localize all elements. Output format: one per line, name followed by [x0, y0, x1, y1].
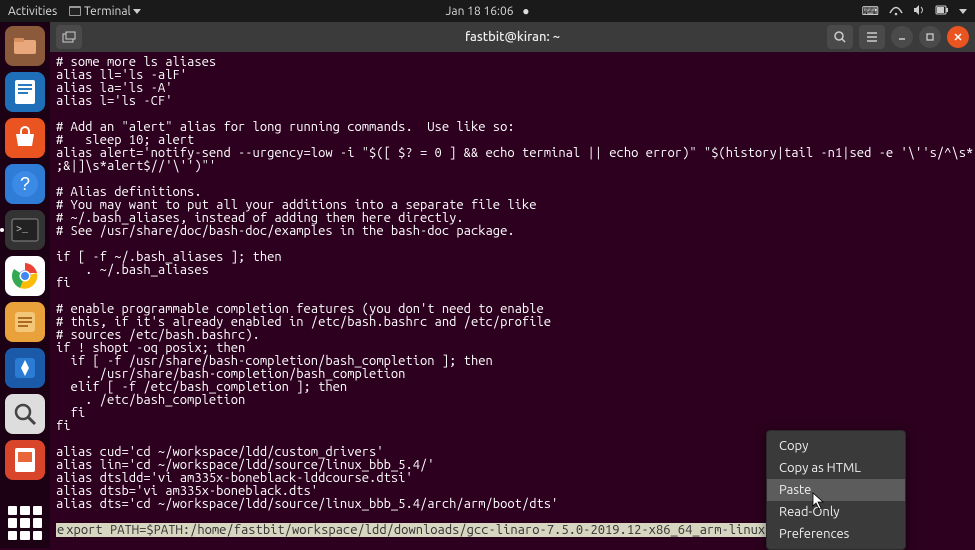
terminal-line: fi: [56, 277, 969, 290]
system-menu-chevron-icon[interactable]: [959, 9, 967, 14]
workspace-icon[interactable]: [5, 348, 45, 388]
context-menu-item[interactable]: Copy as HTML: [767, 457, 905, 479]
context-menu: CopyCopy as HTMLPasteRead-OnlyPreference…: [766, 430, 906, 550]
terminal-line: # some more ls aliases: [56, 56, 969, 69]
libreoffice-writer-icon[interactable]: [5, 72, 45, 112]
topbar-app-indicator[interactable]: Terminal: [69, 5, 141, 18]
context-menu-item[interactable]: Preferences: [767, 523, 905, 545]
terminal-line: alias ll='ls -alF': [56, 69, 969, 82]
svg-text:?: ?: [20, 174, 30, 194]
new-tab-button[interactable]: [56, 25, 82, 49]
volume-icon[interactable]: [913, 4, 925, 19]
hamburger-menu-button[interactable]: [859, 25, 885, 49]
terminal-line: fi: [56, 407, 969, 420]
gnome-topbar: Activities Terminal Jan 18 16:06 ● ⌨: [0, 0, 975, 22]
svg-text:>_: >_: [16, 225, 29, 236]
help-icon[interactable]: ?: [5, 164, 45, 204]
context-menu-item[interactable]: Read-Only: [767, 501, 905, 523]
keyboard-layout-icon[interactable]: ⌨: [862, 4, 879, 18]
app-label: Terminal: [84, 5, 131, 18]
terminal-line: . /etc/bash_completion: [56, 394, 969, 407]
files-icon[interactable]: [5, 26, 45, 66]
terminal-icon[interactable]: >_: [5, 210, 45, 250]
context-menu-item[interactable]: Copy: [767, 435, 905, 457]
battery-icon[interactable]: [935, 4, 949, 19]
terminal-line: alias la='ls -A': [56, 82, 969, 95]
search-tool-icon[interactable]: [5, 394, 45, 434]
libreoffice-impress-icon[interactable]: [5, 440, 45, 480]
search-button[interactable]: [827, 25, 853, 49]
terminal-line: ;&|]\s*alert$//'\'')"': [56, 160, 969, 173]
window-title: fastbit@kiran: ~: [465, 30, 560, 44]
show-applications-button[interactable]: [8, 506, 42, 540]
chrome-icon[interactable]: [5, 256, 45, 296]
activities-button[interactable]: Activities: [8, 5, 57, 18]
clock[interactable]: Jan 18 16:06 ●: [446, 4, 530, 18]
terminal-line: alias l='ls -CF': [56, 95, 969, 108]
maximize-button[interactable]: [919, 26, 941, 48]
titlebar: fastbit@kiran: ~: [50, 22, 975, 52]
terminal-line: . ~/.bash_aliases: [56, 264, 969, 277]
network-icon[interactable]: [889, 4, 903, 19]
ubuntu-software-icon[interactable]: [5, 118, 45, 158]
notes-icon[interactable]: [5, 302, 45, 342]
minimize-button[interactable]: [891, 26, 913, 48]
context-menu-item[interactable]: Paste: [767, 479, 905, 501]
chevron-down-icon: [133, 9, 141, 14]
dock: ? >_: [0, 22, 50, 548]
close-button[interactable]: [947, 26, 969, 48]
terminal-line: # See /usr/share/doc/bash-doc/examples i…: [56, 225, 969, 238]
